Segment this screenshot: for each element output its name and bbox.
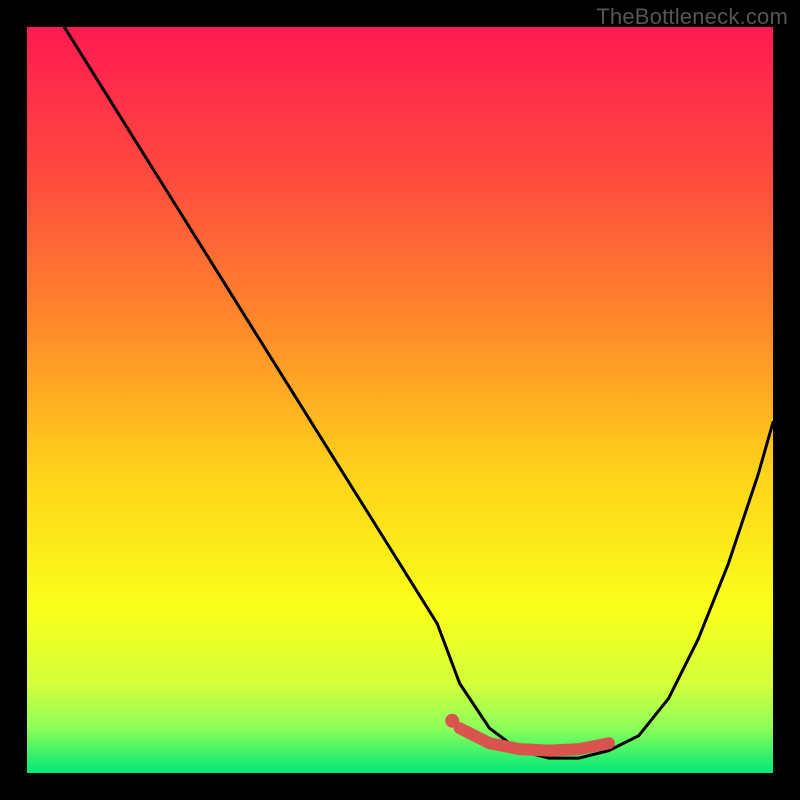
bottleneck-chart-svg — [27, 27, 773, 773]
plot-area — [27, 27, 773, 773]
gradient-background — [27, 27, 773, 773]
chart-frame: TheBottleneck.com — [0, 0, 800, 800]
watermark-text: TheBottleneck.com — [596, 4, 788, 30]
optimal-start-dot — [445, 714, 459, 728]
